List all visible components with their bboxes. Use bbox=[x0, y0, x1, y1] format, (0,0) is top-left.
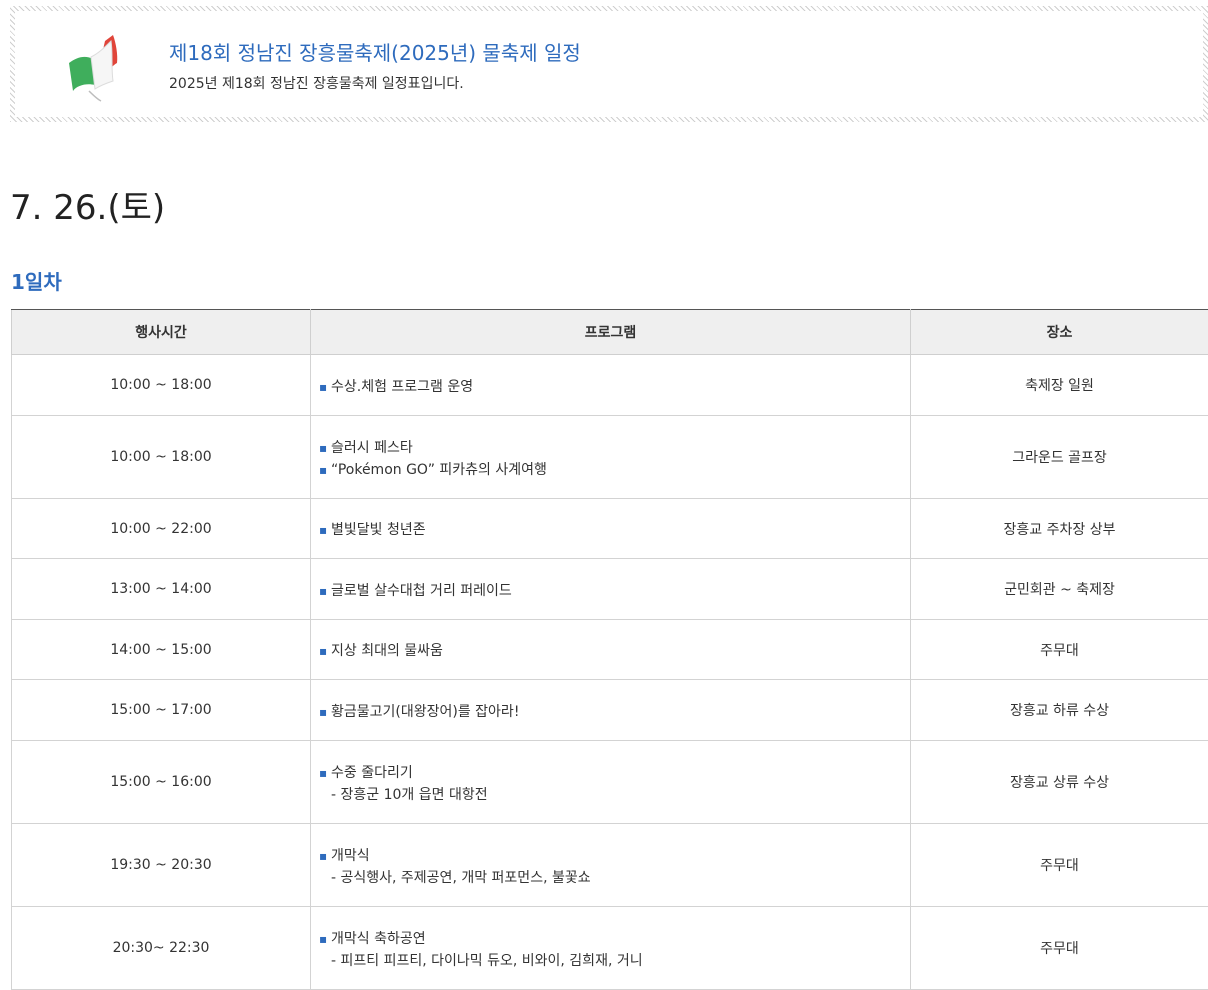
cell-time: 14:00 ~ 15:00 bbox=[12, 620, 311, 680]
table-row: 19:30 ~ 20:30 ▪개막식 - 공식행사, 주제공연, 개막 퍼포먼스, … bbox=[12, 824, 1208, 907]
program-text: “Pokémon GO” 피카츄의 사계여행 bbox=[331, 462, 547, 478]
table-row: 13:00 ~ 14:00 ▪글로벌 살수대첩 거리 퍼레이드 군민회관 ~ 축제장 bbox=[12, 559, 1208, 620]
cell-program: ▪개막식 - 공식행사, 주제공연, 개막 퍼포먼스, 불꽃쇼 bbox=[311, 824, 911, 907]
cell-place: 주무대 bbox=[911, 824, 1208, 907]
program-text: 수중 줄다리기 bbox=[331, 765, 413, 781]
cell-place: 장흥교 상류 수상 bbox=[911, 741, 1208, 824]
cell-place: 장흥교 하류 수상 bbox=[911, 680, 1208, 741]
table-row: 10:00 ~ 18:00 ▪수상.체험 프로그램 운영 축제장 일원 bbox=[12, 355, 1208, 416]
schedule-table: 행사시간 프로그램 장소 10:00 ~ 18:00▪수상.체험 프로그램 운영… bbox=[11, 309, 1208, 990]
program-item: ▪글로벌 살수대첩 거리 퍼레이드 bbox=[319, 580, 902, 602]
schedule-table-body: 10:00 ~ 18:00▪수상.체험 프로그램 운영축제장 일원10:00 ~… bbox=[12, 355, 1208, 990]
program-text: 별빛달빛 청년존 bbox=[331, 522, 426, 538]
col-header-time: 행사시간 bbox=[12, 310, 311, 355]
cell-time: 19:30 ~ 20:30 bbox=[12, 824, 311, 907]
cell-program: ▪지상 최대의 물싸움 bbox=[311, 620, 911, 680]
bullet-icon: ▪ bbox=[319, 376, 331, 398]
cell-place: 주무대 bbox=[911, 907, 1208, 990]
bullet-icon: ▪ bbox=[319, 437, 331, 459]
cell-program: ▪개막식 축하공연 - 피프티 피프티, 다이나믹 듀오, 비와이, 김희재, 거… bbox=[311, 907, 911, 990]
cell-time: 13:00 ~ 14:00 bbox=[12, 559, 311, 620]
program-item: ▪개막식 축하공연 bbox=[319, 928, 902, 950]
program-detail: - 장흥군 10개 읍면 대항전 bbox=[319, 784, 902, 806]
program-text: 개막식 축하공연 bbox=[331, 931, 426, 947]
bullet-icon: ▪ bbox=[319, 580, 331, 602]
program-item: ▪슬러시 페스타 bbox=[319, 437, 902, 459]
page-header-box: 제18회 정남진 장흥물축제(2025년) 물축제 일정 2025년 제18회 … bbox=[10, 6, 1208, 122]
cell-program: ▪슬러시 페스타▪“Pokémon GO” 피카츄의 사계여행 bbox=[311, 416, 911, 499]
cell-time: 15:00 ~ 17:00 bbox=[12, 680, 311, 741]
program-item: ▪지상 최대의 물싸움 bbox=[319, 640, 902, 662]
cell-program: ▪별빛달빛 청년존 bbox=[311, 499, 911, 559]
bullet-icon: ▪ bbox=[319, 519, 331, 541]
cell-place: 주무대 bbox=[911, 620, 1208, 680]
program-text: - 공식행사, 주제공연, 개막 퍼포먼스, 불꽃쇼 bbox=[331, 870, 591, 886]
program-item: ▪개막식 bbox=[319, 845, 902, 867]
bullet-icon: ▪ bbox=[319, 928, 331, 950]
cell-program: ▪수상.체험 프로그램 운영 bbox=[311, 355, 911, 416]
cell-place: 축제장 일원 bbox=[911, 355, 1208, 416]
cell-program: ▪글로벌 살수대첩 거리 퍼레이드 bbox=[311, 559, 911, 620]
program-item: ▪별빛달빛 청년존 bbox=[319, 519, 902, 541]
program-text: 글로벌 살수대첩 거리 퍼레이드 bbox=[331, 583, 512, 599]
cell-time: 20:30~ 22:30 bbox=[12, 907, 311, 990]
page-subtitle: 2025년 제18회 정남진 장흥물축제 일정표입니다. bbox=[169, 73, 464, 93]
bullet-icon: ▪ bbox=[319, 762, 331, 784]
program-text: - 장흥군 10개 읍면 대항전 bbox=[331, 787, 488, 803]
program-item: ▪수상.체험 프로그램 운영 bbox=[319, 376, 902, 398]
cell-place: 군민회관 ~ 축제장 bbox=[911, 559, 1208, 620]
page-header-inner: 제18회 정남진 장흥물축제(2025년) 물축제 일정 2025년 제18회 … bbox=[15, 11, 1203, 117]
flag-icon bbox=[55, 33, 129, 103]
bullet-icon: ▪ bbox=[319, 640, 331, 662]
cell-place: 장흥교 주차장 상부 bbox=[911, 499, 1208, 559]
program-text: 수상.체험 프로그램 운영 bbox=[331, 379, 473, 395]
program-item: ▪수중 줄다리기 bbox=[319, 762, 902, 784]
table-row: 10:00 ~ 18:00▪슬러시 페스타▪“Pokémon GO” 피카츄의 … bbox=[12, 416, 1208, 499]
program-text: - 피프티 피프티, 다이나믹 듀오, 비와이, 김희재, 거니 bbox=[331, 953, 643, 969]
cell-program: ▪수중 줄다리기 - 장흥군 10개 읍면 대항전 bbox=[311, 741, 911, 824]
cell-time: 15:00 ~ 16:00 bbox=[12, 741, 311, 824]
program-item: ▪황금물고기(대왕장어)를 잡아라! bbox=[319, 701, 902, 723]
day-label: 1일차 bbox=[11, 266, 62, 295]
bullet-icon: ▪ bbox=[319, 459, 331, 481]
cell-time: 10:00 ~ 22:00 bbox=[12, 499, 311, 559]
page-title: 제18회 정남진 장흥물축제(2025년) 물축제 일정 bbox=[169, 37, 581, 66]
bullet-icon: ▪ bbox=[319, 701, 331, 723]
bullet-icon: ▪ bbox=[319, 845, 331, 867]
col-header-place: 장소 bbox=[911, 310, 1208, 355]
cell-place: 그라운드 골프장 bbox=[911, 416, 1208, 499]
program-detail: - 공식행사, 주제공연, 개막 퍼포먼스, 불꽃쇼 bbox=[319, 867, 902, 889]
table-row: 15:00 ~ 16:00 ▪수중 줄다리기 - 장흥군 10개 읍면 대항전 장흥교… bbox=[12, 741, 1208, 824]
date-heading: 7. 26.(토) bbox=[10, 180, 165, 229]
cell-time: 10:00 ~ 18:00 bbox=[12, 416, 311, 499]
program-text: 지상 최대의 물싸움 bbox=[331, 643, 443, 659]
table-row: 14:00 ~ 15:00 ▪지상 최대의 물싸움 주무대 bbox=[12, 620, 1208, 680]
program-detail: - 피프티 피프티, 다이나믹 듀오, 비와이, 김희재, 거니 bbox=[319, 950, 902, 972]
col-header-program: 프로그램 bbox=[311, 310, 911, 355]
program-text: 슬러시 페스타 bbox=[331, 440, 413, 456]
table-row: 15:00 ~ 17:00 ▪황금물고기(대왕장어)를 잡아라! 장흥교 하류 수상 bbox=[12, 680, 1208, 741]
table-row: 20:30~ 22:30 ▪개막식 축하공연 - 피프티 피프티, 다이나믹 듀오,… bbox=[12, 907, 1208, 990]
cell-program: ▪황금물고기(대왕장어)를 잡아라! bbox=[311, 680, 911, 741]
table-header-row: 행사시간 프로그램 장소 bbox=[12, 310, 1208, 355]
table-row: 10:00 ~ 22:00 ▪별빛달빛 청년존 장흥교 주차장 상부 bbox=[12, 499, 1208, 559]
cell-time: 10:00 ~ 18:00 bbox=[12, 355, 311, 416]
program-text: 황금물고기(대왕장어)를 잡아라! bbox=[331, 704, 519, 720]
program-text: 개막식 bbox=[331, 848, 370, 864]
program-item: ▪“Pokémon GO” 피카츄의 사계여행 bbox=[319, 459, 902, 481]
